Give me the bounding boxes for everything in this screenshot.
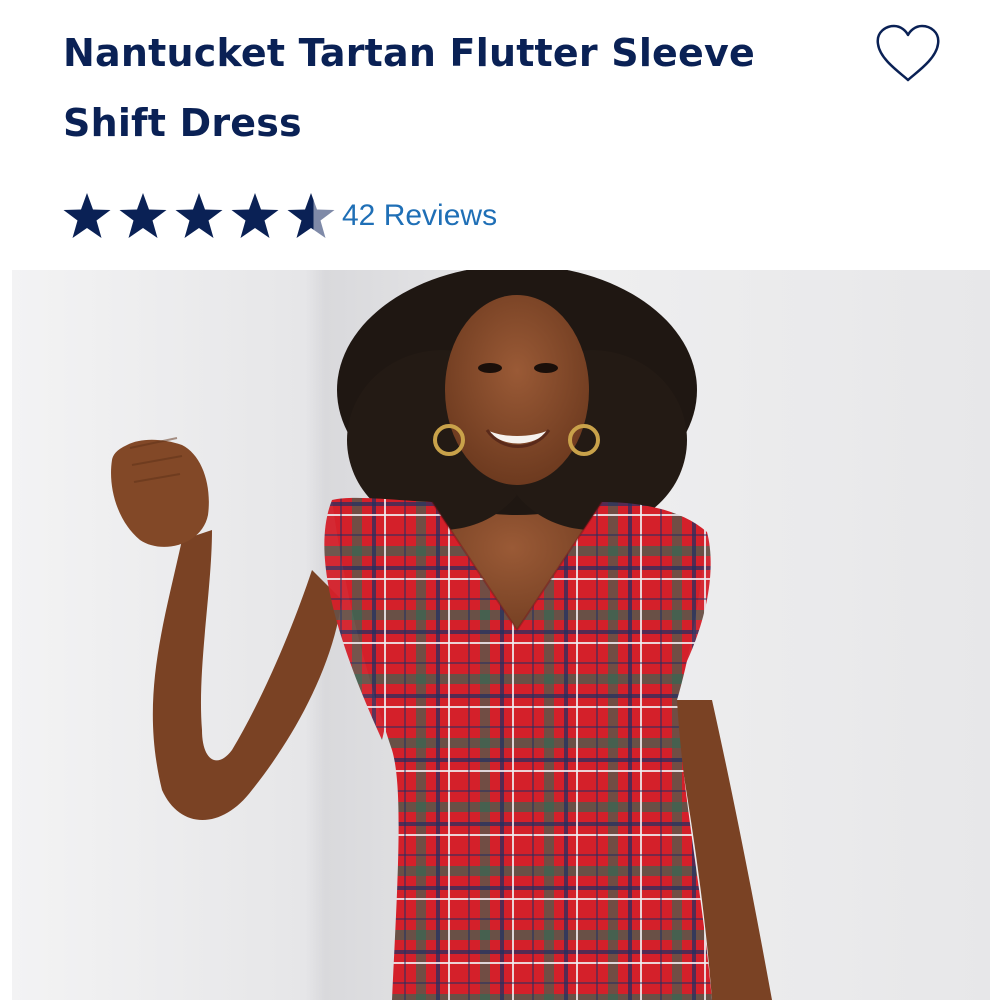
rating-row: 42 Reviews bbox=[62, 188, 497, 244]
product-photo bbox=[12, 270, 990, 1000]
reviews-link[interactable]: 42 Reviews bbox=[342, 199, 497, 233]
product-header: Nantucket Tartan Flutter Sleeve Shift Dr… bbox=[63, 18, 863, 158]
product-image[interactable] bbox=[12, 270, 990, 1000]
star-filled-icon bbox=[231, 193, 279, 238]
star-filled-icon bbox=[175, 193, 223, 238]
wishlist-button[interactable] bbox=[872, 22, 944, 86]
product-page: Nantucket Tartan Flutter Sleeve Shift Dr… bbox=[0, 0, 1000, 1000]
star-half-icon bbox=[287, 193, 335, 238]
heart-outline-icon bbox=[876, 24, 940, 82]
product-title: Nantucket Tartan Flutter Sleeve Shift Dr… bbox=[63, 31, 755, 145]
star-rating bbox=[62, 191, 336, 241]
star-filled-icon bbox=[119, 193, 167, 238]
star-filled-icon bbox=[63, 193, 111, 238]
